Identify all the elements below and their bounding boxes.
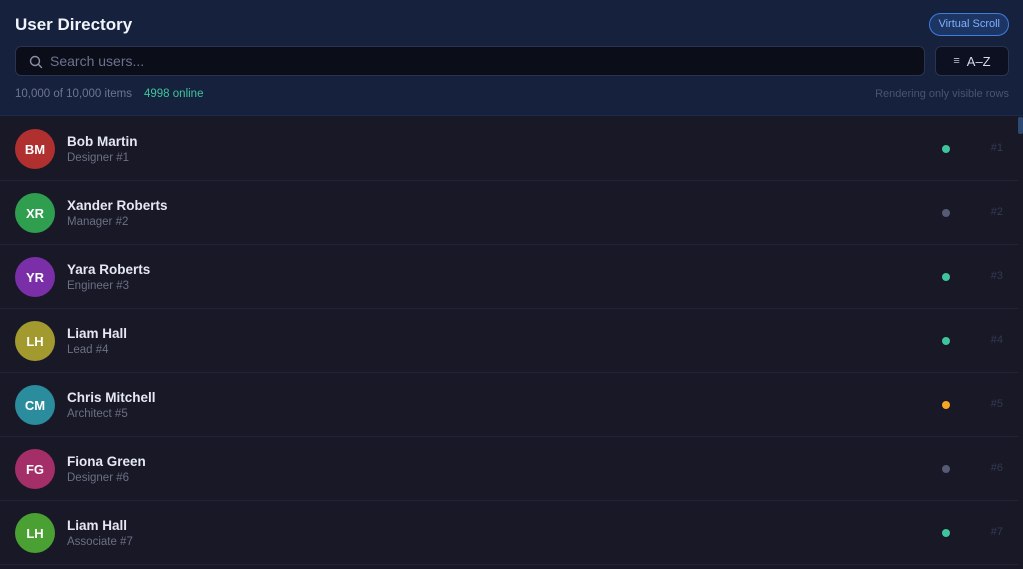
user-role: Engineer #3 bbox=[67, 280, 130, 292]
avatar: FG bbox=[15, 449, 55, 489]
search-box[interactable] bbox=[15, 46, 925, 76]
virtual-scroll-badge: Virtual Scroll bbox=[929, 13, 1009, 36]
row-index: #6 bbox=[990, 462, 1003, 474]
avatar: BM bbox=[15, 129, 55, 169]
count-text: 10,000 of 10,000 items bbox=[15, 88, 132, 100]
item-count: 10,000 of 10,000 items 4998 online bbox=[15, 88, 203, 100]
avatar: CM bbox=[15, 385, 55, 425]
row-index: #7 bbox=[990, 526, 1003, 538]
user-row[interactable]: XR Xander Roberts Manager #2 #2 bbox=[0, 181, 1023, 245]
user-role: Architect #5 bbox=[67, 408, 128, 420]
status-dot bbox=[942, 145, 950, 153]
sort-button[interactable]: ≡ A–Z bbox=[935, 46, 1009, 76]
sort-label: A–Z bbox=[966, 53, 991, 69]
sort-icon: ≡ bbox=[953, 55, 960, 67]
row-index: #2 bbox=[990, 206, 1003, 218]
user-role: Designer #1 bbox=[67, 152, 130, 164]
avatar: XR bbox=[15, 193, 55, 233]
user-row[interactable]: LH Liam Hall Lead #4 #4 bbox=[0, 309, 1023, 373]
scrollbar[interactable] bbox=[1018, 117, 1023, 569]
status-dot bbox=[942, 209, 950, 217]
user-name: Yara Roberts bbox=[67, 262, 151, 277]
user-role: Lead #4 bbox=[67, 344, 109, 356]
user-name: Xander Roberts bbox=[67, 198, 168, 213]
user-name: Liam Hall bbox=[67, 326, 128, 341]
status-dot bbox=[942, 337, 950, 345]
row-index: #3 bbox=[990, 270, 1003, 282]
row-index: #4 bbox=[990, 334, 1003, 346]
status-dot bbox=[942, 465, 950, 473]
avatar: LH bbox=[15, 321, 55, 361]
online-count: 4998 online bbox=[144, 88, 204, 100]
search-input[interactable] bbox=[50, 47, 910, 75]
user-role: Manager #2 bbox=[67, 216, 129, 228]
scroll-thumb[interactable] bbox=[1018, 117, 1023, 134]
status-dot bbox=[942, 273, 950, 281]
status-dot bbox=[942, 401, 950, 409]
status-dot bbox=[942, 529, 950, 537]
user-row[interactable]: FG Fiona Green Designer #6 #6 bbox=[0, 437, 1023, 501]
page-title: User Directory bbox=[15, 15, 133, 34]
user-row[interactable]: BM Bob Martin Designer #1 #1 bbox=[0, 117, 1023, 181]
avatar: YR bbox=[15, 257, 55, 297]
app-window: User Directory Virtual Scroll ≡ A–Z 10,0… bbox=[0, 0, 1023, 569]
search-icon bbox=[29, 55, 43, 69]
user-row[interactable]: YR Yara Roberts Engineer #3 #3 bbox=[0, 245, 1023, 309]
user-list[interactable]: BM Bob Martin Designer #1 #1 XR Xander Robert… bbox=[0, 117, 1023, 569]
rendering-hint: Rendering only visible rows bbox=[875, 88, 1009, 100]
header: User Directory Virtual Scroll ≡ A–Z 10,0… bbox=[0, 0, 1023, 116]
user-name: Bob Martin bbox=[67, 134, 138, 149]
user-name: Chris Mitchell bbox=[67, 390, 156, 405]
row-index: #1 bbox=[990, 142, 1003, 154]
user-role: Designer #6 bbox=[67, 472, 130, 484]
row-index: #5 bbox=[990, 398, 1003, 410]
user-name: Liam Hall bbox=[67, 518, 128, 533]
user-row[interactable]: LH Liam Hall Associate #7 #7 bbox=[0, 501, 1023, 565]
avatar: LH bbox=[15, 513, 55, 553]
user-role: Associate #7 bbox=[67, 536, 133, 548]
user-row[interactable]: CM Chris Mitchell Architect #5 #5 bbox=[0, 373, 1023, 437]
user-name: Fiona Green bbox=[67, 454, 146, 469]
